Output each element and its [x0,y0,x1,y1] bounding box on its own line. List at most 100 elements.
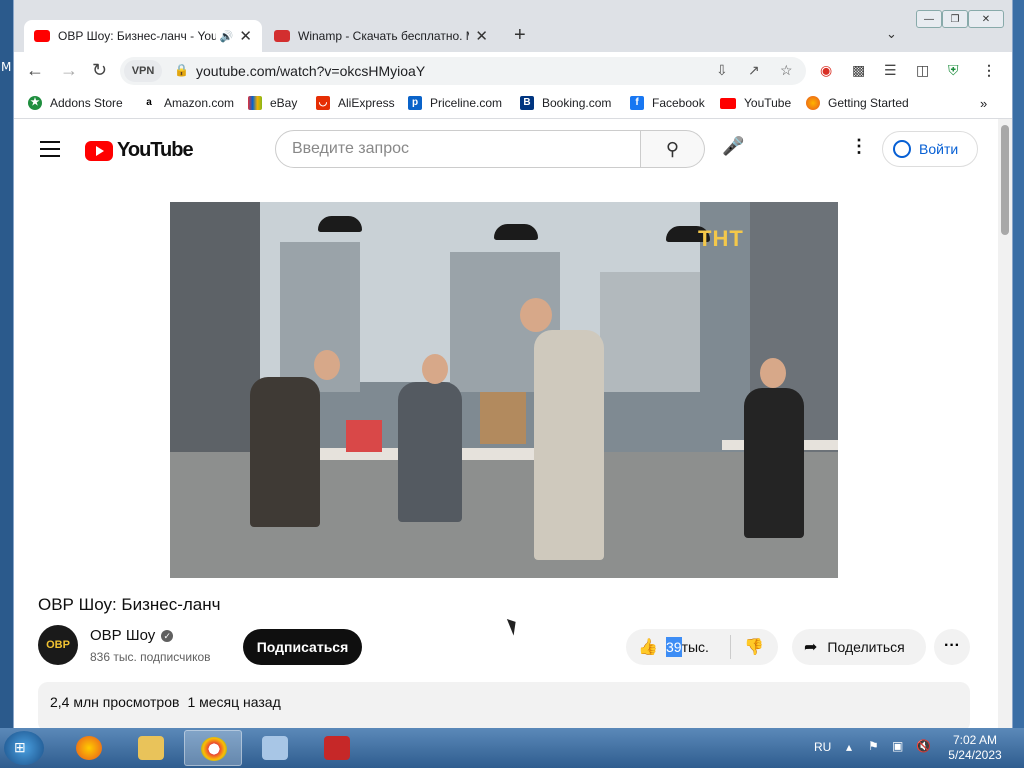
video-frame-lamp [318,216,362,232]
video-frame-person [534,330,604,560]
close-window-icon[interactable]: ✕ [968,10,1004,28]
settings-menu-icon[interactable]: ⋮ [850,136,868,157]
bookmark-getting-started[interactable]: Getting Started [806,96,909,110]
bookmark-addons-store[interactable]: ★ Addons Store [28,96,123,110]
url-text[interactable]: youtube.com/watch?v=okcsHMyioaY [196,63,425,79]
youtube-logo[interactable]: YouTube [85,139,194,162]
taskbar: ⊞ RU ▴ ⚑ ▣ 🔇 7:02 AM 5/24/2023 [0,728,1024,768]
bookmark-ebay[interactable]: eBay [248,96,297,110]
speaker-icon[interactable]: 🔊 [220,30,234,43]
share-button[interactable]: ➦ Поделиться [792,629,926,665]
verified-check-icon: ✓ [161,630,174,642]
tab-title: Winamp - Скачать бесплатно. Музыка [298,29,469,43]
subscriber-count: 836 тыс. подписчиков [90,650,211,664]
taskbar-firefox[interactable] [60,730,118,766]
minimize-icon[interactable]: — [916,10,942,28]
vpn-badge[interactable]: VPN [124,60,162,82]
bookmark-star-icon[interactable]: ☆ [780,62,793,79]
voice-search-mic-icon[interactable]: 🎤 [722,136,744,157]
channel-watermark: ТНТ [698,226,744,251]
start-button[interactable]: ⊞ [4,731,44,765]
close-tab-icon[interactable]: ✕ [239,27,252,45]
search-input[interactable]: Введите запрос [275,130,641,168]
winamp-favicon-icon [274,30,290,42]
booking-icon: B [520,96,534,110]
extensions-puzzle-icon[interactable]: ▩ [852,62,865,79]
browser-toolbar: ← → ↻ VPN 🔒 youtube.com/watch?v=okcsHMyi… [14,52,1012,90]
guide-menu-icon[interactable] [40,141,60,162]
volume-muted-icon[interactable]: 🔇 [916,739,931,753]
network-icon[interactable]: ▣ [892,739,903,753]
like-count[interactable]: 39тыс. [666,637,709,657]
dislike-thumb-down-icon[interactable]: 👎 [744,637,764,657]
bookmark-booking[interactable]: B Booking.com [520,96,611,110]
youtube-bookmark-icon [720,97,736,109]
tab-strip: ОВР Шоу: Бизнес-ланч - YouTube 🔊 ✕ Winam… [14,0,1012,52]
clock-time: 7:02 AM [952,733,998,747]
new-tab-icon[interactable]: + [514,24,526,47]
bookmark-amazon[interactable]: a Amazon.com [142,96,234,110]
priceline-icon: p [408,96,422,110]
search-icon: ⚲ [665,139,680,159]
view-count: 2,4 млн просмотров [50,694,180,710]
language-indicator[interactable]: RU [814,740,831,754]
bookmark-youtube[interactable]: YouTube [720,96,791,110]
install-icon[interactable]: ⇩ [716,62,728,79]
page-scrollbar[interactable] [998,119,1012,728]
back-icon[interactable]: ← [26,60,44,81]
tab-winamp[interactable]: Winamp - Скачать бесплатно. Музыка ✕ [264,20,498,52]
side-panel-icon[interactable]: ◫ [916,62,929,79]
more-actions-icon[interactable]: ··· [934,629,970,665]
taskbar-remote[interactable] [246,730,304,766]
upload-age: 1 месяц назад [187,694,281,710]
subscribe-button[interactable]: Подписаться [243,629,362,665]
sign-in-button[interactable]: Войти [882,131,978,167]
description-box[interactable]: 2,4 млн просмотров 1 месяц назад [38,682,970,728]
computer-icon [262,736,288,760]
folder-icon [138,736,164,760]
video-frame-lamp [494,224,538,240]
video-frame-head [520,298,552,332]
tab-youtube[interactable]: ОВР Шоу: Бизнес-ланч - YouTube 🔊 ✕ [24,20,262,52]
share-page-icon[interactable]: ↗ [748,62,760,79]
aliexpress-icon: ◡ [316,96,330,110]
close-tab-icon[interactable]: ✕ [475,27,488,45]
video-frame-building [600,272,700,392]
taskbar-ccleaner[interactable] [308,730,366,766]
like-thumb-up-icon[interactable]: 👍 [638,637,658,657]
desktop-edge: M [0,0,14,728]
browser-menu-icon[interactable]: ⋮ [982,62,996,79]
facebook-icon: f [630,96,644,110]
video-player[interactable]: ТНТ [170,202,838,578]
amazon-icon: a [142,96,156,110]
video-frame-popcorn [346,420,382,452]
firefox-icon [806,96,820,110]
shield-extension-icon[interactable]: ⛨ [948,62,959,79]
video-frame-head [422,354,448,384]
forward-icon[interactable]: → [60,60,78,81]
action-center-flag-icon[interactable]: ⚑ [868,739,879,753]
more-bookmarks-icon[interactable]: » [980,96,987,111]
adblock-extension-icon[interactable]: ◉ [820,62,832,79]
lock-icon[interactable]: 🔒 [174,63,189,77]
reading-list-icon[interactable]: ☰ [884,62,897,79]
browser-icon [201,737,227,761]
channel-avatar[interactable]: ОВР [38,625,78,665]
maximize-icon[interactable]: ❐ [942,10,968,28]
reload-icon[interactable]: ↻ [92,60,107,81]
taskbar-browser[interactable] [184,730,242,766]
scrollbar-thumb[interactable] [1001,125,1009,235]
bookmark-facebook[interactable]: f Facebook [630,96,705,110]
search-button[interactable]: ⚲ [641,130,705,168]
video-frame-paper-bag [480,392,526,444]
clock[interactable]: 7:02 AM 5/24/2023 [940,733,1010,763]
like-dislike-group: 👍 39тыс. 👎 [626,629,778,665]
tab-search-chevron-icon[interactable]: ⌄ [886,26,897,42]
bookmark-priceline[interactable]: p Priceline.com [408,96,502,110]
video-frame-head [760,358,786,388]
bookmark-aliexpress[interactable]: ◡ AliExpress [316,96,395,110]
show-hidden-icons-icon[interactable]: ▴ [846,740,852,754]
channel-name-link[interactable]: ОВР Шоу ✓ [90,627,174,644]
addons-icon: ★ [28,96,42,110]
taskbar-explorer[interactable] [122,730,180,766]
